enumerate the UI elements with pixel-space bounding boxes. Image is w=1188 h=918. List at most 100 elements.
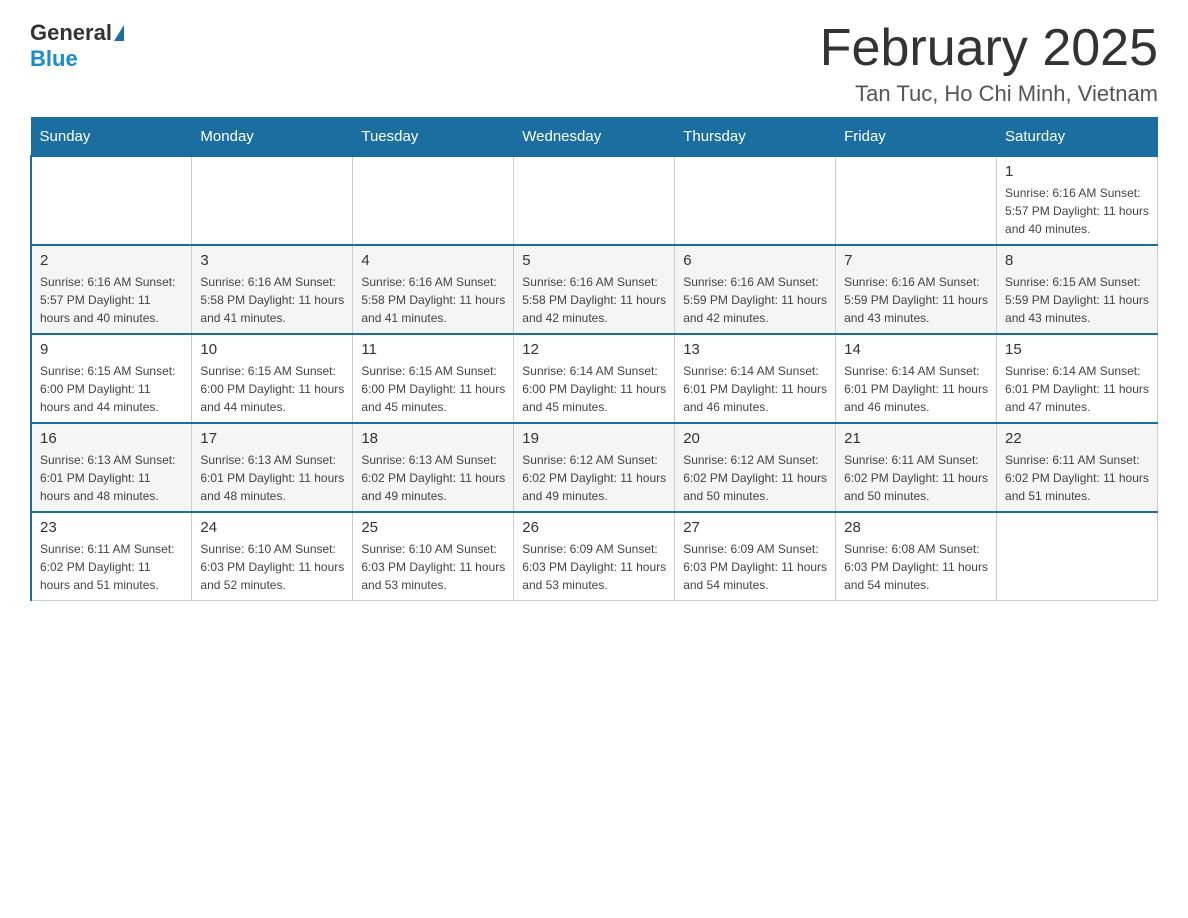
day-info: Sunrise: 6:16 AM Sunset: 5:59 PM Dayligh… [844,273,988,327]
day-info: Sunrise: 6:11 AM Sunset: 6:02 PM Dayligh… [844,451,988,505]
weekday-header-wednesday: Wednesday [514,118,675,157]
logo: General Blue [30,20,126,72]
calendar-cell: 4 Sunrise: 6:16 AM Sunset: 5:58 PM Daylig… [353,245,514,334]
weekday-header-monday: Monday [192,118,353,157]
day-number: 4 [361,252,505,269]
calendar-cell [353,156,514,245]
day-number: 5 [522,252,666,269]
calendar-week-2: 2 Sunrise: 6:16 AM Sunset: 5:57 PM Daylig… [31,245,1158,334]
calendar-cell: 8 Sunrise: 6:15 AM Sunset: 5:59 PM Daylig… [997,245,1158,334]
day-info: Sunrise: 6:16 AM Sunset: 5:58 PM Dayligh… [361,273,505,327]
day-number: 23 [40,519,183,536]
day-info: Sunrise: 6:15 AM Sunset: 6:00 PM Dayligh… [200,362,344,416]
weekday-header-friday: Friday [836,118,997,157]
calendar-cell: 20 Sunrise: 6:12 AM Sunset: 6:02 PM Dayli… [675,423,836,512]
calendar-header-row: SundayMondayTuesdayWednesdayThursdayFrid… [31,118,1158,157]
day-number: 7 [844,252,988,269]
day-number: 24 [200,519,344,536]
calendar-cell: 6Sunrise: 6:16 AM Sunset: 5:59 PM Daylig… [675,245,836,334]
day-number: 12 [522,341,666,358]
logo-triangle-icon [114,25,124,41]
day-number: 3 [200,252,344,269]
day-number: 11 [361,341,505,358]
page-header: General Blue February 2025 Tan Tuc, Ho C… [30,20,1158,107]
calendar-cell: 26Sunrise: 6:09 AM Sunset: 6:03 PM Dayli… [514,512,675,601]
day-info: Sunrise: 6:14 AM Sunset: 6:00 PM Dayligh… [522,362,666,416]
day-info: Sunrise: 6:16 AM Sunset: 5:57 PM Dayligh… [1005,184,1149,238]
day-info: Sunrise: 6:10 AM Sunset: 6:03 PM Dayligh… [361,540,505,594]
calendar-week-4: 16 Sunrise: 6:13 AM Sunset: 6:01 PM Dayli… [31,423,1158,512]
calendar-cell: 13 Sunrise: 6:14 AM Sunset: 6:01 PM Dayli… [675,334,836,423]
calendar-cell: 28 Sunrise: 6:08 AM Sunset: 6:03 PM Dayli… [836,512,997,601]
day-info: Sunrise: 6:14 AM Sunset: 6:01 PM Dayligh… [683,362,827,416]
day-info: Sunrise: 6:13 AM Sunset: 6:02 PM Dayligh… [361,451,505,505]
calendar-week-5: 23 Sunrise: 6:11 AM Sunset: 6:02 PM Dayli… [31,512,1158,601]
day-info: Sunrise: 6:16 AM Sunset: 5:57 PM Dayligh… [40,273,183,327]
calendar-cell: 10 Sunrise: 6:15 AM Sunset: 6:00 PM Dayli… [192,334,353,423]
calendar-cell: 18 Sunrise: 6:13 AM Sunset: 6:02 PM Dayli… [353,423,514,512]
calendar-cell [514,156,675,245]
day-info: Sunrise: 6:15 AM Sunset: 6:00 PM Dayligh… [40,362,183,416]
day-info: Sunrise: 6:13 AM Sunset: 6:01 PM Dayligh… [40,451,183,505]
day-info: Sunrise: 6:16 AM Sunset: 5:58 PM Dayligh… [522,273,666,327]
weekday-header-sunday: Sunday [31,118,192,157]
day-info: Sunrise: 6:11 AM Sunset: 6:02 PM Dayligh… [40,540,183,594]
day-number: 17 [200,430,344,447]
calendar-cell: 17 Sunrise: 6:13 AM Sunset: 6:01 PM Dayli… [192,423,353,512]
calendar-cell: 1Sunrise: 6:16 AM Sunset: 5:57 PM Daylig… [997,156,1158,245]
day-number: 2 [40,252,183,269]
calendar-cell [836,156,997,245]
day-number: 21 [844,430,988,447]
calendar-cell: 24 Sunrise: 6:10 AM Sunset: 6:03 PM Dayli… [192,512,353,601]
day-info: Sunrise: 6:14 AM Sunset: 6:01 PM Dayligh… [1005,362,1149,416]
day-info: Sunrise: 6:16 AM Sunset: 5:58 PM Dayligh… [200,273,344,327]
calendar-week-3: 9Sunrise: 6:15 AM Sunset: 6:00 PM Daylig… [31,334,1158,423]
month-title: February 2025 [820,20,1158,77]
calendar-cell [31,156,192,245]
day-info: Sunrise: 6:14 AM Sunset: 6:01 PM Dayligh… [844,362,988,416]
day-info: Sunrise: 6:13 AM Sunset: 6:01 PM Dayligh… [200,451,344,505]
calendar-cell: 3 Sunrise: 6:16 AM Sunset: 5:58 PM Daylig… [192,245,353,334]
calendar-cell [997,512,1158,601]
calendar-cell: 12 Sunrise: 6:14 AM Sunset: 6:00 PM Dayli… [514,334,675,423]
calendar-cell: 9Sunrise: 6:15 AM Sunset: 6:00 PM Daylig… [31,334,192,423]
logo-general-text: General [30,20,112,46]
day-number: 27 [683,519,827,536]
calendar-cell: 22 Sunrise: 6:11 AM Sunset: 6:02 PM Dayli… [997,423,1158,512]
day-info: Sunrise: 6:09 AM Sunset: 6:03 PM Dayligh… [522,540,666,594]
location-title: Tan Tuc, Ho Chi Minh, Vietnam [820,81,1158,107]
day-info: Sunrise: 6:10 AM Sunset: 6:03 PM Dayligh… [200,540,344,594]
calendar-cell: 15 Sunrise: 6:14 AM Sunset: 6:01 PM Dayli… [997,334,1158,423]
calendar-table: SundayMondayTuesdayWednesdayThursdayFrid… [30,117,1158,601]
day-number: 13 [683,341,827,358]
day-info: Sunrise: 6:12 AM Sunset: 6:02 PM Dayligh… [522,451,666,505]
day-number: 6 [683,252,827,269]
day-number: 8 [1005,252,1149,269]
day-number: 22 [1005,430,1149,447]
title-section: February 2025 Tan Tuc, Ho Chi Minh, Viet… [820,20,1158,107]
calendar-cell: 14 Sunrise: 6:14 AM Sunset: 6:01 PM Dayli… [836,334,997,423]
day-number: 14 [844,341,988,358]
calendar-cell: 27 Sunrise: 6:09 AM Sunset: 6:03 PM Dayli… [675,512,836,601]
calendar-cell: 19 Sunrise: 6:12 AM Sunset: 6:02 PM Dayli… [514,423,675,512]
calendar-week-1: 1Sunrise: 6:16 AM Sunset: 5:57 PM Daylig… [31,156,1158,245]
day-number: 16 [40,430,183,447]
day-number: 20 [683,430,827,447]
day-info: Sunrise: 6:08 AM Sunset: 6:03 PM Dayligh… [844,540,988,594]
day-info: Sunrise: 6:15 AM Sunset: 6:00 PM Dayligh… [361,362,505,416]
day-number: 15 [1005,341,1149,358]
calendar-cell: 25Sunrise: 6:10 AM Sunset: 6:03 PM Dayli… [353,512,514,601]
day-number: 19 [522,430,666,447]
day-info: Sunrise: 6:15 AM Sunset: 5:59 PM Dayligh… [1005,273,1149,327]
day-number: 18 [361,430,505,447]
calendar-cell [675,156,836,245]
day-number: 10 [200,341,344,358]
weekday-header-thursday: Thursday [675,118,836,157]
calendar-cell: 11 Sunrise: 6:15 AM Sunset: 6:00 PM Dayli… [353,334,514,423]
day-info: Sunrise: 6:12 AM Sunset: 6:02 PM Dayligh… [683,451,827,505]
weekday-header-tuesday: Tuesday [353,118,514,157]
calendar-cell: 7 Sunrise: 6:16 AM Sunset: 5:59 PM Daylig… [836,245,997,334]
day-info: Sunrise: 6:09 AM Sunset: 6:03 PM Dayligh… [683,540,827,594]
day-info: Sunrise: 6:11 AM Sunset: 6:02 PM Dayligh… [1005,451,1149,505]
day-number: 28 [844,519,988,536]
